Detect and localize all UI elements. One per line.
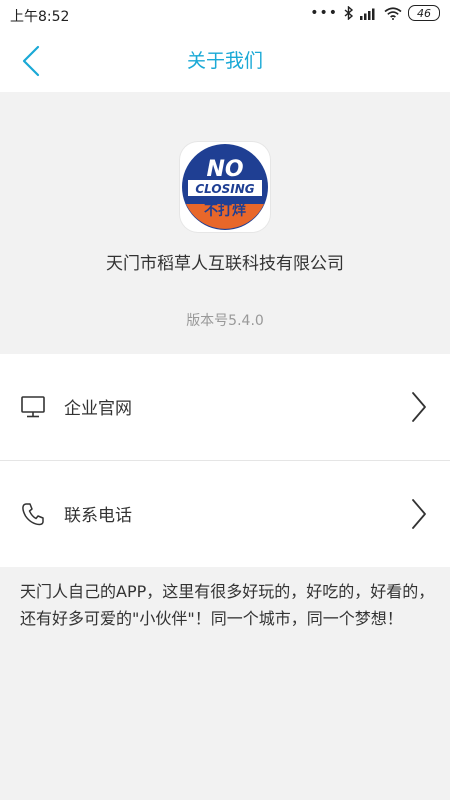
status-time: 上午8:52: [10, 9, 70, 25]
about-description: 天门人自己的APP，这里有很多好玩的，好吃的，好看的，还有好多可爱的"小伙伴"！…: [20, 582, 435, 628]
signal-icon: [360, 8, 375, 20]
website-row[interactable]: 企业官网: [0, 354, 450, 460]
monitor-icon: [21, 396, 45, 418]
chevron-right-icon: [412, 499, 426, 529]
bluetooth-icon: [344, 6, 354, 20]
about-header: NO CLOSING 不打烊 天门市稻草人互联科技有限公司 版本号5.4.0: [0, 92, 450, 354]
phone-label: 联系电话: [64, 506, 132, 526]
app-logo: NO CLOSING 不打烊: [180, 142, 270, 232]
website-label: 企业官网: [64, 399, 132, 419]
svg-text:NO: NO: [206, 157, 243, 182]
status-icons: ••• 46: [310, 5, 440, 21]
battery-indicator: 46: [408, 5, 440, 21]
wifi-icon: [384, 6, 402, 20]
version-label: 版本号5.4.0: [186, 313, 264, 329]
svg-text:CLOSING: CLOSING: [195, 182, 254, 196]
more-dots-icon: •••: [310, 5, 338, 21]
back-button[interactable]: [14, 44, 48, 78]
phone-row[interactable]: 联系电话: [0, 461, 450, 567]
status-bar: 上午8:52 ••• 46: [0, 0, 450, 30]
company-name: 天门市稻草人互联科技有限公司: [106, 254, 344, 274]
page-title: 关于我们: [186, 50, 263, 72]
chevron-left-icon: [22, 45, 40, 77]
phone-icon: [22, 503, 44, 526]
nav-bar: 关于我们: [0, 30, 450, 92]
svg-text:不打烊: 不打烊: [204, 202, 246, 219]
chevron-right-icon: [412, 392, 426, 422]
